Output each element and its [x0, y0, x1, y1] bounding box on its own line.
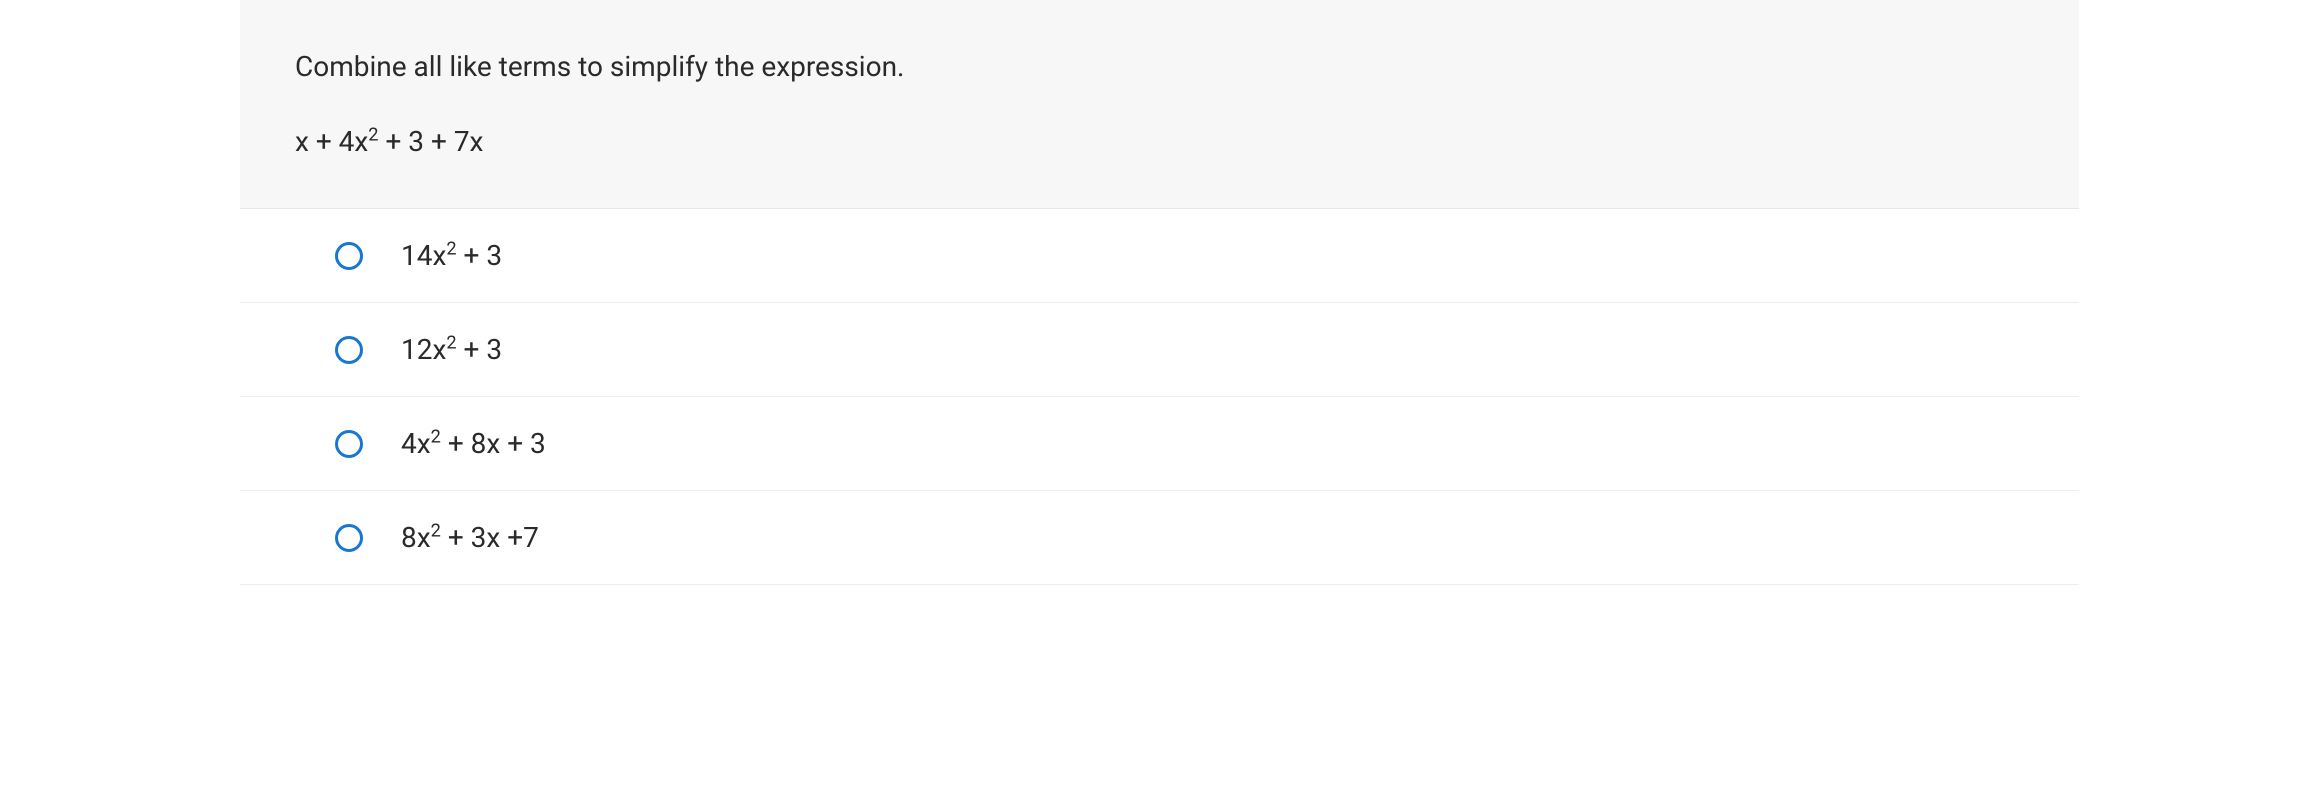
quiz-container: Combine all like terms to simplify the e…: [0, 0, 2319, 585]
option-exponent: 2: [446, 239, 456, 260]
expression-exponent: 2: [368, 125, 378, 146]
option-exponent: 2: [446, 333, 456, 354]
option-suffix: + 3: [457, 239, 503, 272]
options-list: 14x2 + 3 12x2 + 3 4x2 + 8x + 3 8x2 + 3x …: [240, 209, 2079, 585]
radio-icon[interactable]: [335, 242, 363, 270]
option-text: 14x2 + 3: [401, 239, 502, 272]
option-exponent: 2: [431, 427, 441, 448]
option-3[interactable]: 4x2 + 8x + 3: [240, 397, 2079, 491]
option-prefix: 4x: [401, 427, 431, 460]
question-prompt: Combine all like terms to simplify the e…: [295, 50, 2024, 83]
option-suffix: + 3x +7: [441, 521, 539, 554]
option-prefix: 12x: [401, 333, 446, 366]
option-1[interactable]: 14x2 + 3: [240, 209, 2079, 303]
option-exponent: 2: [431, 521, 441, 542]
option-text: 12x2 + 3: [401, 333, 502, 366]
option-4[interactable]: 8x2 + 3x +7: [240, 491, 2079, 585]
radio-icon[interactable]: [335, 430, 363, 458]
option-suffix: + 8x + 3: [441, 427, 546, 460]
radio-icon[interactable]: [335, 524, 363, 552]
question-header: Combine all like terms to simplify the e…: [240, 0, 2079, 209]
option-prefix: 14x: [401, 239, 446, 272]
option-2[interactable]: 12x2 + 3: [240, 303, 2079, 397]
option-text: 4x2 + 8x + 3: [401, 427, 546, 460]
expression-suffix: + 3 + 7x: [379, 125, 484, 158]
radio-icon[interactable]: [335, 336, 363, 364]
question-expression: x + 4x2 + 3 + 7x: [295, 125, 2024, 158]
option-text: 8x2 + 3x +7: [401, 521, 539, 554]
expression-prefix: x + 4x: [295, 125, 368, 158]
option-prefix: 8x: [401, 521, 431, 554]
option-suffix: + 3: [457, 333, 503, 366]
